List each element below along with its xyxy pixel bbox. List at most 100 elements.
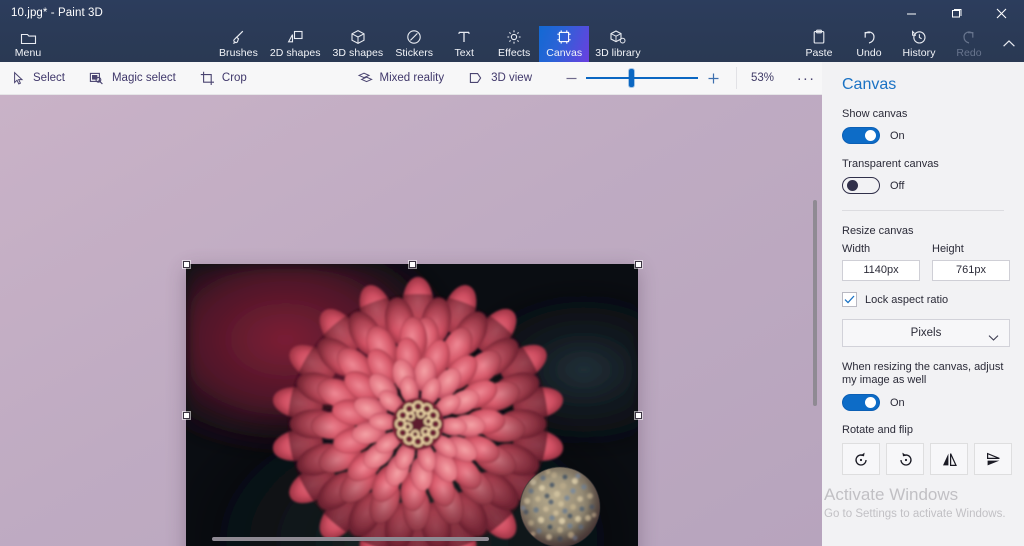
brush-icon	[230, 29, 246, 45]
zoom-slider[interactable]	[586, 64, 698, 92]
chevron-down-icon	[988, 329, 999, 347]
crop-tool-label: Crop	[221, 72, 247, 84]
show-canvas-state: On	[890, 129, 905, 142]
canvas-icon	[556, 29, 572, 45]
tab-effects-label: Effects	[498, 47, 531, 59]
rotate-right-icon	[899, 452, 912, 466]
selection-handle-middle-left[interactable]	[183, 412, 190, 419]
magic-select-label: Magic select	[111, 72, 176, 84]
undo-button[interactable]: Undo	[844, 26, 894, 62]
tab-text[interactable]: Text	[439, 26, 489, 62]
canvas-panel: Canvas Show canvas On Transparent canvas…	[822, 62, 1024, 546]
transparent-canvas-toggle[interactable]	[842, 177, 880, 194]
plus-icon	[708, 73, 718, 83]
transparent-canvas-state: Off	[890, 179, 905, 192]
height-field-group: Height 761px	[932, 243, 1010, 281]
tab-2d-shapes[interactable]: 2D shapes	[264, 26, 327, 62]
width-input[interactable]: 1140px	[842, 260, 920, 281]
height-input[interactable]: 761px	[932, 260, 1010, 281]
redo-label: Redo	[956, 47, 982, 59]
history-button[interactable]: History	[894, 26, 944, 62]
undo-label: Undo	[856, 47, 882, 59]
crop-tool[interactable]: Crop	[188, 62, 259, 95]
redo-icon	[961, 29, 977, 45]
adjust-image-toggle[interactable]	[842, 394, 880, 411]
flip-vertical-button[interactable]	[974, 443, 1012, 475]
flip-vertical-icon	[986, 452, 1000, 465]
tab-text-label: Text	[454, 47, 474, 59]
panel-title: Canvas	[842, 76, 897, 93]
zoom-percent-label: 53%	[736, 67, 788, 89]
expand-ribbon-button[interactable]	[994, 26, 1024, 62]
3d-view-tool[interactable]: 3D view	[456, 62, 544, 95]
lock-aspect-ratio-label: Lock aspect ratio	[865, 293, 949, 306]
paste-button[interactable]: Paste	[794, 26, 844, 62]
horizontal-scrollbar-thumb[interactable]	[212, 537, 489, 541]
tab-stickers[interactable]: Stickers	[389, 26, 439, 62]
tab-2d-shapes-label: 2D shapes	[269, 47, 321, 59]
vertical-scrollbar[interactable]	[806, 95, 822, 546]
effects-icon	[506, 29, 522, 45]
show-canvas-label: Show canvas	[842, 108, 908, 120]
3d-view-icon	[469, 73, 482, 83]
maximize-button[interactable]	[934, 0, 979, 26]
ribbon-actions-group: Paste Undo History Redo	[794, 26, 1024, 62]
size-fields-row: Width 1140px Height 761px	[842, 243, 1024, 281]
tab-canvas[interactable]: Canvas	[539, 26, 590, 62]
magic-select-tool[interactable]: Magic select	[77, 62, 188, 95]
minimize-button[interactable]	[889, 0, 934, 26]
2d-shapes-icon	[287, 29, 304, 45]
tab-brushes-label: Brushes	[219, 47, 258, 59]
zoom-out-button[interactable]	[556, 64, 586, 92]
paste-label: Paste	[805, 47, 833, 59]
units-dropdown[interactable]: Pixels	[842, 319, 1010, 347]
tab-canvas-label: Canvas	[546, 47, 583, 59]
menu-button[interactable]: Menu	[0, 26, 56, 62]
flower-photo	[186, 264, 638, 546]
zoom-slider-thumb[interactable]	[629, 69, 634, 87]
rotate-left-button[interactable]	[842, 443, 880, 475]
ribbon-left-group: Menu	[0, 26, 56, 62]
lock-aspect-ratio-row[interactable]: Lock aspect ratio	[842, 292, 1024, 307]
horizontal-scrollbar[interactable]	[0, 530, 822, 546]
magic-select-icon	[89, 72, 103, 84]
window-title: 10.jpg* - Paint 3D	[11, 7, 103, 19]
show-canvas-toggle[interactable]	[842, 127, 880, 144]
rotate-flip-label: Rotate and flip	[842, 424, 913, 436]
more-options-button[interactable]: ···	[790, 64, 822, 92]
zoom-controls: 53%	[556, 64, 788, 92]
mixed-reality-label: Mixed reality	[379, 72, 445, 84]
tab-effects[interactable]: Effects	[489, 26, 539, 62]
3d-library-icon	[609, 29, 626, 45]
canvas-image[interactable]	[186, 264, 638, 546]
canvas-workspace[interactable]	[0, 95, 822, 546]
mixed-reality-tool[interactable]: Mixed reality	[345, 62, 457, 95]
zoom-slider-track	[586, 77, 698, 79]
tab-3d-shapes-label: 3D shapes	[332, 47, 384, 59]
transparent-canvas-label: Transparent canvas	[842, 158, 939, 170]
flip-horizontal-button[interactable]	[930, 443, 968, 475]
close-icon	[996, 8, 1007, 18]
rotate-left-icon	[854, 452, 867, 466]
selection-handle-top-center[interactable]	[409, 261, 416, 268]
lock-aspect-ratio-checkbox[interactable]	[842, 292, 857, 307]
vertical-scrollbar-thumb[interactable]	[813, 200, 817, 406]
chevron-up-icon	[1001, 35, 1017, 51]
rotate-right-button[interactable]	[886, 443, 924, 475]
width-label: Width	[842, 243, 871, 255]
units-dropdown-value: Pixels	[910, 327, 942, 339]
stickers-icon	[406, 29, 422, 45]
tab-brushes[interactable]: Brushes	[213, 26, 264, 62]
width-field-group: Width 1140px	[842, 243, 920, 281]
selection-handle-top-left[interactable]	[183, 261, 190, 268]
resize-canvas-label: Resize canvas	[842, 225, 914, 237]
selection-handle-middle-right[interactable]	[635, 412, 642, 419]
text-icon	[456, 29, 472, 45]
window-controls	[889, 0, 1024, 26]
tab-3d-library[interactable]: 3D library	[589, 26, 646, 62]
tab-3d-shapes[interactable]: 3D shapes	[327, 26, 390, 62]
close-button[interactable]	[979, 0, 1024, 26]
selection-handle-top-right[interactable]	[635, 261, 642, 268]
zoom-in-button[interactable]	[698, 64, 728, 92]
select-tool[interactable]: Select	[0, 62, 77, 95]
